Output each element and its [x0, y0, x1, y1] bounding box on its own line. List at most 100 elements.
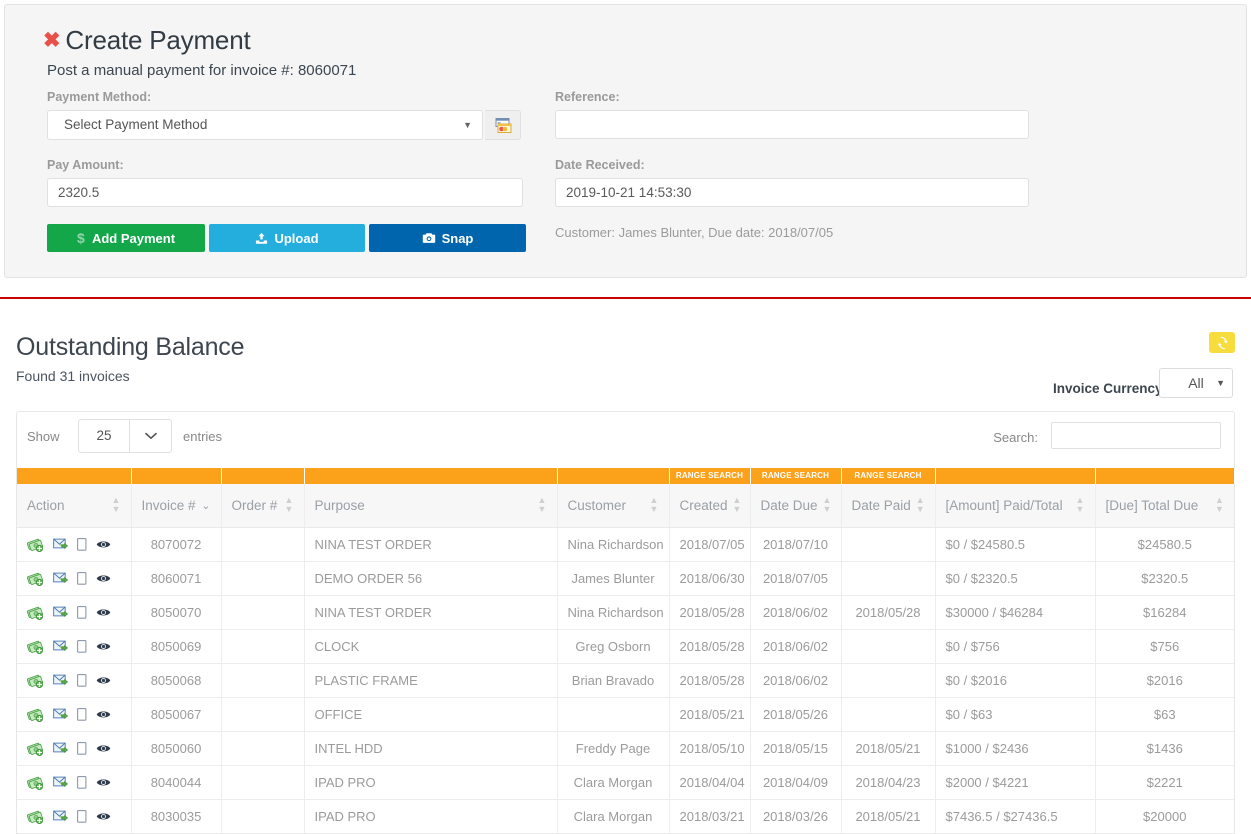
document-icon[interactable] — [77, 605, 87, 619]
table-row[interactable]: 8030035 IPAD PRO Clara Morgan 2018/03/21 201… — [17, 799, 1234, 834]
document-icon[interactable] — [77, 673, 87, 687]
view-eye-icon[interactable] — [96, 811, 111, 822]
table-row[interactable]: 8050070 NINA TEST ORDER Nina Richardson 201… — [17, 595, 1234, 630]
range-search-cell-customer — [557, 468, 670, 484]
row-action-icons — [27, 741, 121, 756]
document-icon[interactable] — [77, 775, 87, 789]
add-payment-money-icon[interactable] — [27, 707, 44, 722]
range-search-cell-datedue[interactable]: RANGE SEARCH — [750, 468, 842, 484]
cell-purpose: IPAD PRO — [304, 799, 558, 834]
row-action-icons — [27, 707, 121, 722]
cell-customer: Clara Morgan — [557, 765, 670, 800]
cell-purpose: NINA TEST ORDER — [304, 595, 558, 630]
upload-label: Upload — [274, 230, 319, 246]
payment-method-select[interactable]: Select Payment Method ▼ — [47, 110, 483, 140]
page-length-value[interactable]: 25 — [78, 419, 130, 453]
view-eye-icon[interactable] — [96, 607, 111, 618]
refresh-button[interactable] — [1209, 332, 1235, 353]
column-header-datepaid[interactable]: Date Paid ▲ ▼ — [841, 484, 936, 528]
add-payment-money-icon[interactable] — [27, 775, 44, 790]
send-email-icon[interactable] — [53, 776, 68, 788]
table-row[interactable]: 8040044 IPAD PRO Clara Morgan 2018/04/04 201… — [17, 765, 1234, 800]
invoice-currency-select[interactable]: All ▼ — [1159, 368, 1233, 398]
view-eye-icon[interactable] — [96, 777, 111, 788]
send-email-icon[interactable] — [53, 572, 68, 584]
customer-due-note: Customer: James Blunter, Due date: 2018/… — [555, 225, 834, 240]
add-payment-money-icon[interactable] — [27, 639, 44, 654]
dollar-icon: $ — [77, 231, 86, 245]
add-payment-money-icon[interactable] — [27, 741, 44, 756]
row-action-icons — [27, 673, 121, 688]
reference-input[interactable] — [555, 110, 1029, 139]
table-row[interactable]: 8050068 PLASTIC FRAME Brian Bravado 2018/05… — [17, 663, 1234, 698]
add-payment-money-icon[interactable] — [27, 809, 44, 824]
cell-created: 2018/04/04 — [669, 765, 751, 800]
view-eye-icon[interactable] — [96, 675, 111, 686]
send-email-icon[interactable] — [53, 606, 68, 618]
document-icon[interactable] — [77, 741, 87, 755]
cell-created: 2018/05/21 — [669, 697, 751, 732]
document-icon[interactable] — [77, 707, 87, 721]
close-icon[interactable]: ✖ — [43, 28, 61, 53]
column-header-purpose[interactable]: Purpose ▲ ▼ — [304, 484, 558, 528]
pay-amount-input[interactable] — [47, 178, 523, 207]
table-row[interactable]: 8070072 NINA TEST ORDER Nina Richardson 201… — [17, 527, 1234, 562]
column-header-due[interactable]: [Due] Total Due ▲ ▼ — [1095, 484, 1234, 528]
cell-order — [221, 629, 305, 664]
column-header-label: [Due] Total Due — [1105, 497, 1199, 513]
cell-datedue: 2018/07/05 — [750, 561, 842, 596]
range-search-cell-created[interactable]: RANGE SEARCH — [669, 468, 751, 484]
cell-order — [221, 765, 305, 800]
add-payment-money-icon[interactable] — [27, 605, 44, 620]
add-payment-money-icon[interactable] — [27, 537, 44, 552]
send-email-icon[interactable] — [53, 742, 68, 754]
view-eye-icon[interactable] — [96, 573, 111, 584]
cell-created: 2018/05/28 — [669, 663, 751, 698]
send-email-icon[interactable] — [53, 674, 68, 686]
chevron-down-icon: ▼ — [463, 120, 472, 130]
column-header-datedue[interactable]: Date Due ▲ ▼ — [750, 484, 842, 528]
cell-purpose: OFFICE — [304, 697, 558, 732]
column-header-invoice[interactable]: Invoice # ⌄ — [131, 484, 222, 528]
table-row[interactable]: 8050069 CLOCK Greg Osborn 2018/05/28 2018/06… — [17, 629, 1234, 664]
column-header-action[interactable]: Action ▲ ▼ — [17, 484, 132, 528]
snap-button[interactable]: Snap — [369, 224, 526, 252]
table-row[interactable]: 8050060 INTEL HDD Freddy Page 2018/05/10 201… — [17, 731, 1234, 766]
send-email-icon[interactable] — [53, 640, 68, 652]
upload-button[interactable]: Upload — [209, 224, 365, 252]
table-row[interactable]: 8060071 DEMO ORDER 56 James Blunter 2018/06… — [17, 561, 1234, 596]
add-payment-money-icon[interactable] — [27, 571, 44, 586]
view-eye-icon[interactable] — [96, 743, 111, 754]
column-header-amount[interactable]: [Amount] Paid/Total ▲ ▼ — [935, 484, 1096, 528]
reference-label: Reference: — [555, 90, 620, 104]
cell-action — [17, 799, 132, 834]
range-search-cell-datepaid[interactable]: RANGE SEARCH — [841, 468, 936, 484]
cell-action — [17, 629, 132, 664]
send-email-icon[interactable] — [53, 810, 68, 822]
view-eye-icon[interactable] — [96, 539, 111, 550]
page-length-select[interactable] — [130, 419, 172, 453]
page-title: ✖ Create Payment — [43, 25, 251, 56]
search-input[interactable] — [1051, 422, 1221, 449]
column-header-customer[interactable]: Customer ▲ ▼ — [557, 484, 670, 528]
cell-datedue: 2018/06/02 — [750, 595, 842, 630]
cell-invoice: 8050068 — [131, 663, 222, 698]
cell-created: 2018/03/21 — [669, 799, 751, 834]
send-email-icon[interactable] — [53, 538, 68, 550]
document-icon[interactable] — [77, 639, 87, 653]
view-eye-icon[interactable] — [96, 641, 111, 652]
send-email-icon[interactable] — [53, 708, 68, 720]
column-header-order[interactable]: Order # ▲ ▼ — [221, 484, 305, 528]
add-payment-button[interactable]: $ Add Payment — [47, 224, 205, 252]
credit-card-button[interactable] — [485, 110, 521, 140]
column-header-created[interactable]: Created ▲ ▼ — [669, 484, 751, 528]
view-eye-icon[interactable] — [96, 709, 111, 720]
document-icon[interactable] — [77, 571, 87, 585]
date-received-input[interactable] — [555, 178, 1029, 207]
add-payment-money-icon[interactable] — [27, 673, 44, 688]
cell-purpose: NINA TEST ORDER — [304, 527, 558, 562]
document-icon[interactable] — [77, 537, 87, 551]
cell-due: $756 — [1095, 629, 1234, 664]
document-icon[interactable] — [77, 809, 87, 823]
table-row[interactable]: 8050067 OFFICE 2018/05/21 2018/05/26 $0 / $6… — [17, 697, 1234, 732]
